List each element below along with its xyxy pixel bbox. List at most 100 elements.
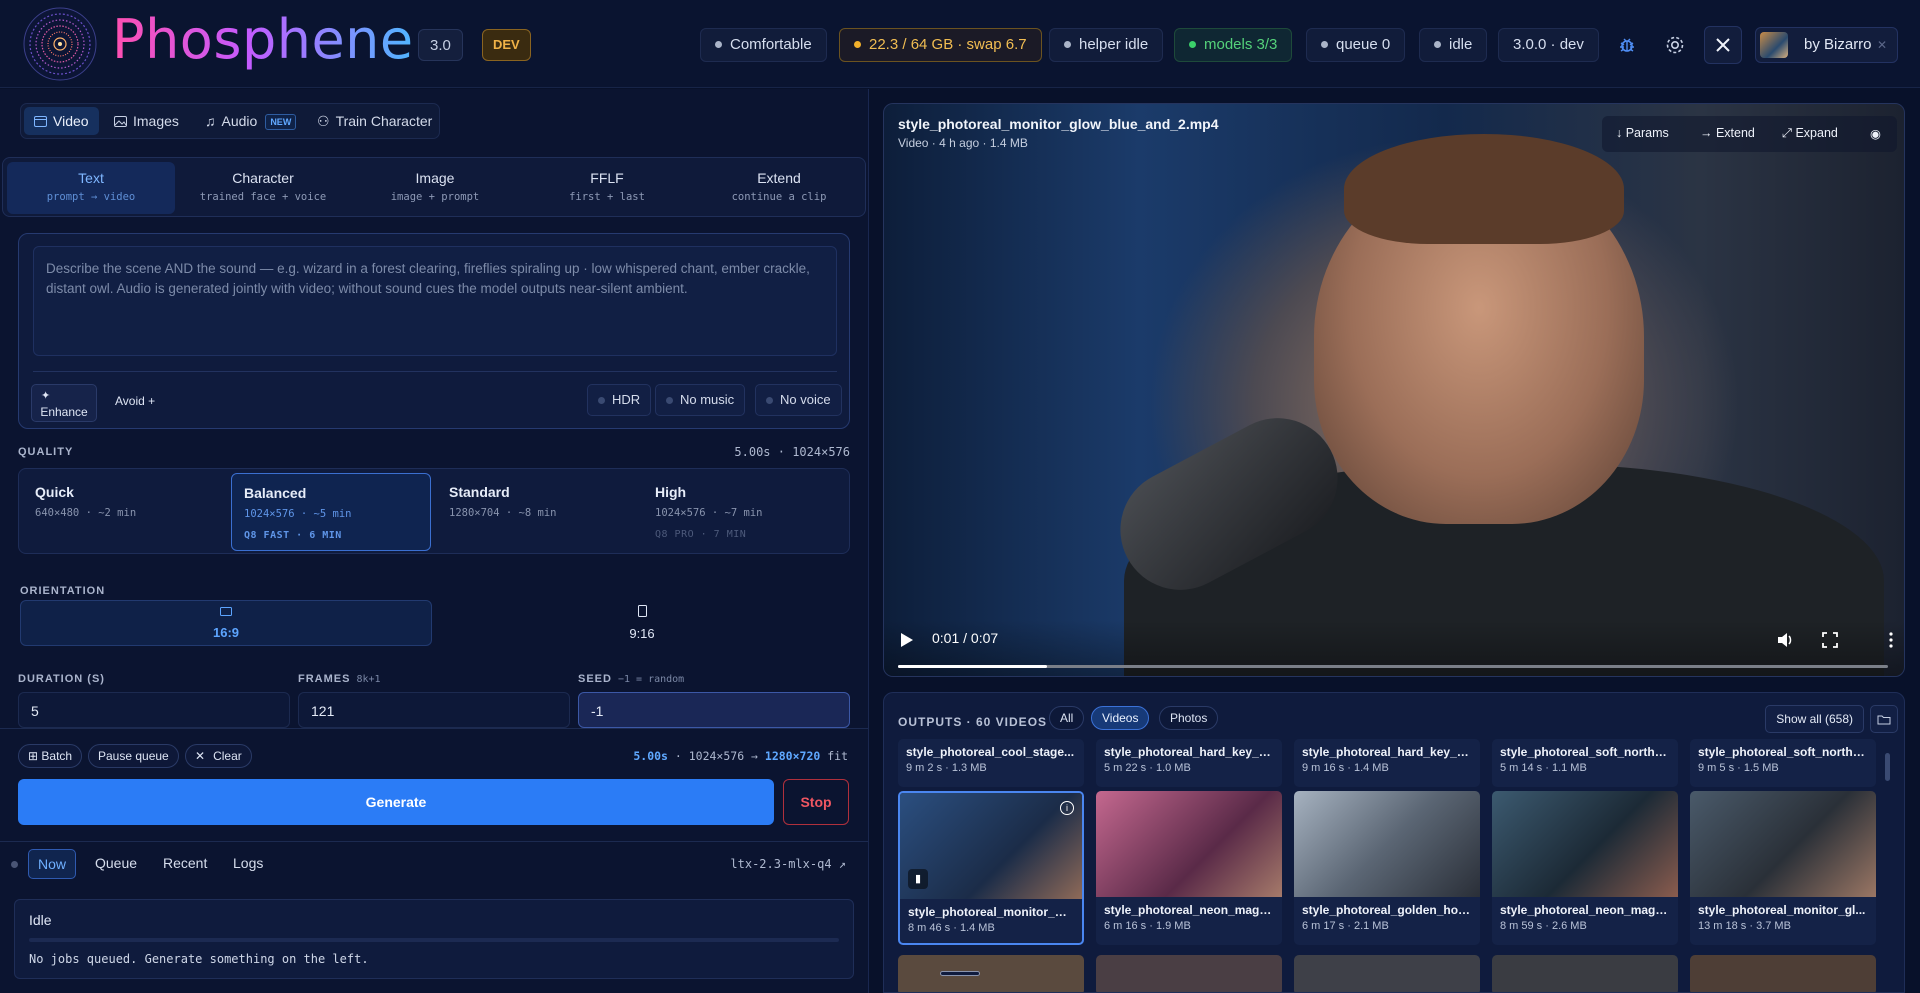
no-voice-toggle[interactable]: No voice	[755, 384, 842, 416]
stop-button[interactable]: Stop	[783, 779, 849, 825]
play-icon[interactable]	[900, 632, 914, 648]
eye-icon[interactable]: ◉	[1870, 126, 1881, 141]
job-status-title: Idle	[29, 912, 52, 928]
pause-queue-button[interactable]: Pause queue	[88, 744, 179, 768]
mode-video[interactable]: Video	[24, 107, 99, 135]
params-button[interactable]: ↓ Params	[1616, 126, 1669, 140]
output-card[interactable]: style_photoreal_monitor_gl... 13 m 18 s ·…	[1690, 791, 1876, 945]
image-icon	[114, 116, 127, 127]
output-card[interactable]: style_photoreal_soft_north_... 5 m 14 s ·…	[1492, 739, 1678, 787]
quality-label: QUALITY	[18, 446, 74, 458]
orientation-label: ORIENTATION	[20, 585, 106, 597]
tab-text[interactable]: Text prompt → video	[7, 162, 175, 214]
hdr-toggle[interactable]: HDR	[587, 384, 652, 416]
extend-button[interactable]: → Extend	[1700, 126, 1755, 140]
quality-balanced[interactable]: Balanced 1024×576 · ~5 min Q8 FAST · 6 MIN	[231, 473, 431, 551]
gear-icon[interactable]	[1656, 26, 1694, 64]
output-thumbnail	[1690, 791, 1876, 897]
output-card[interactable]	[1294, 955, 1480, 992]
seed-input[interactable]: -1	[578, 692, 850, 728]
filter-photos[interactable]: Photos	[1159, 706, 1219, 730]
memory-status[interactable]: 22.3 / 64 GB · swap 6.7	[839, 28, 1042, 62]
sparkle-icon: ✦	[41, 390, 51, 402]
tab-character[interactable]: Character trained face + voice	[179, 162, 347, 214]
output-card-selected[interactable]: i ▮ style_photoreal_monitor_gl... 8 m 46 …	[898, 791, 1084, 945]
batch-button[interactable]: ⊞ Batch	[18, 744, 83, 768]
video-scrubber[interactable]	[898, 665, 1888, 668]
queue-status[interactable]: queue 0	[1306, 28, 1406, 62]
video-controls: 0:01 / 0:07	[884, 620, 1904, 676]
tab-queue[interactable]: Queue	[86, 849, 146, 879]
tab-fflf[interactable]: FFLF first + last	[523, 162, 691, 214]
output-card[interactable]	[1690, 955, 1876, 992]
bug-icon[interactable]	[1608, 26, 1646, 64]
new-badge: NEW	[265, 114, 297, 131]
mode-images[interactable]: Images	[104, 107, 189, 135]
generate-button[interactable]: Generate	[18, 779, 774, 825]
volume-icon[interactable]	[1776, 631, 1794, 649]
output-card[interactable]: style_photoreal_neon_mage... 6 m 16 s · 1…	[1096, 791, 1282, 945]
no-music-toggle[interactable]: No music	[655, 384, 746, 416]
quality-high[interactable]: High 1024×576 · ~7 min Q8 PRO · 7 MIN	[643, 473, 843, 551]
idle-status[interactable]: idle	[1419, 28, 1488, 62]
landscape-icon	[220, 607, 232, 616]
clear-button[interactable]: ✕ Clear	[185, 744, 252, 768]
orientation-9-16[interactable]: 9:16	[436, 600, 848, 646]
close-icon[interactable]: ✕	[1877, 28, 1887, 62]
portrait-icon	[637, 605, 647, 617]
filter-all[interactable]: All	[1049, 706, 1085, 730]
output-card[interactable]: style_photoreal_hard_key_li... 9 m 16 s ·…	[1294, 739, 1480, 787]
job-status-box: Idle No jobs queued. Generate something …	[14, 899, 854, 979]
info-icon[interactable]: i	[1060, 801, 1074, 815]
user-profile-button[interactable]: by Bizarro ✕	[1755, 27, 1898, 63]
folder-icon[interactable]	[1870, 705, 1898, 733]
output-card[interactable]: style_photoreal_hard_key_li... 5 m 22 s ·…	[1096, 739, 1282, 787]
prompt-textarea[interactable]: Describe the scene AND the sound — e.g. …	[33, 246, 837, 356]
tab-now[interactable]: Now	[28, 849, 77, 879]
outputs-scrollbar[interactable]	[1885, 753, 1890, 781]
app-title: Phosphene	[112, 8, 414, 71]
video-player[interactable]: style_photoreal_monitor_glow_blue_and_2.…	[883, 103, 1905, 677]
video-time: 0:01 / 0:07	[932, 630, 999, 646]
output-summary: 5.00s · 1024×576 → 1280×720 fit	[633, 749, 848, 763]
top-bar: Phosphene 3.0 DEV Comfortable 22.3 / 64 …	[0, 0, 1920, 88]
horizontal-scroll-handle[interactable]	[940, 971, 980, 976]
output-card[interactable]: style_photoreal_cool_stage... 9 m 2 s · 1…	[898, 739, 1084, 787]
comfort-status[interactable]: Comfortable	[700, 28, 827, 62]
fullscreen-icon[interactable]	[1822, 632, 1838, 648]
trash-icon[interactable]: ▮	[908, 869, 928, 889]
duration-input[interactable]: 5	[18, 692, 290, 728]
output-card[interactable]	[1096, 955, 1282, 992]
models-status[interactable]: models 3/3	[1174, 28, 1293, 62]
output-card[interactable]: style_photoreal_golden_hou... 6 m 17 s · …	[1294, 791, 1480, 945]
enhance-button[interactable]: ✦ Enhance	[31, 384, 97, 422]
output-card[interactable]: style_photoreal_soft_north_... 9 m 5 s · …	[1690, 739, 1876, 787]
mode-train-character[interactable]: ⚇ Train Character	[307, 107, 442, 135]
frames-label: FRAMES 8k+1	[298, 673, 381, 685]
quality-standard[interactable]: Standard 1280×704 · ~8 min	[437, 473, 637, 551]
music-note-icon: ♫	[205, 113, 216, 129]
quality-quick[interactable]: Quick 640×480 · ~2 min	[23, 473, 223, 551]
helper-status[interactable]: helper idle	[1049, 28, 1164, 62]
expand-button[interactable]: ⤢ Expand	[1782, 126, 1838, 141]
avoid-button[interactable]: Avoid +	[115, 394, 155, 408]
mode-audio[interactable]: ♫ Audio NEW	[195, 107, 306, 135]
show-all-button[interactable]: Show all (658)	[1765, 705, 1864, 733]
tab-recent[interactable]: Recent	[154, 849, 216, 879]
output-card[interactable]: style_photoreal_neon_mage... 8 m 59 s · 2…	[1492, 791, 1678, 945]
filter-videos[interactable]: Videos	[1091, 706, 1150, 730]
tab-extend[interactable]: Extend continue a clip	[695, 162, 863, 214]
video-icon	[34, 116, 47, 127]
frames-input[interactable]: 121	[298, 692, 570, 728]
tab-logs[interactable]: Logs	[224, 849, 272, 879]
more-options-icon[interactable]	[1888, 632, 1894, 648]
tab-image[interactable]: Image image + prompt	[351, 162, 519, 214]
output-card[interactable]	[898, 955, 1084, 992]
x-social-icon[interactable]	[1704, 26, 1742, 64]
person-icon: ⚇	[317, 113, 330, 129]
job-progress-bar	[29, 938, 839, 942]
output-card[interactable]	[1492, 955, 1678, 992]
model-link[interactable]: ltx-2.3-mlx-q4 ↗	[730, 857, 846, 871]
orientation-16-9[interactable]: 16:9	[20, 600, 432, 646]
video-meta: Video · 4 h ago · 1.4 MB	[898, 136, 1028, 150]
